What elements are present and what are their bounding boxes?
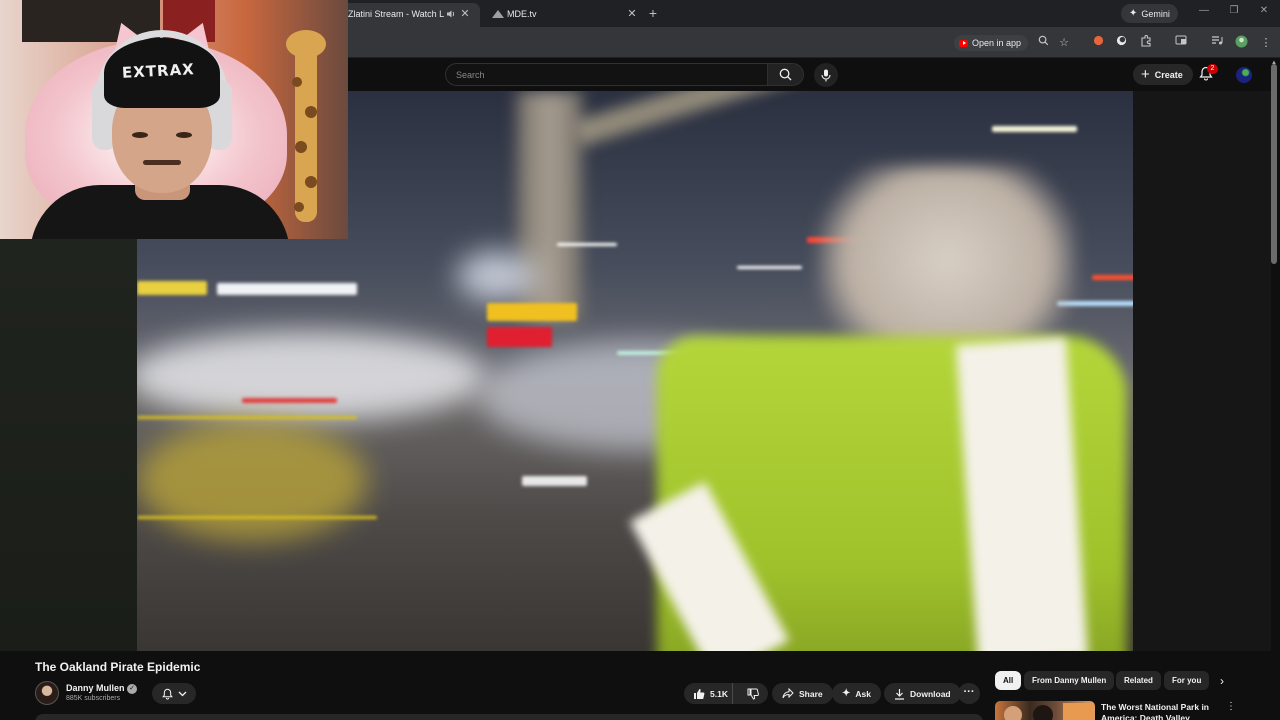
like-button[interactable]: 5.1K bbox=[684, 683, 734, 704]
zoom-icon[interactable] bbox=[1035, 35, 1051, 51]
account-avatar[interactable] bbox=[1236, 67, 1252, 83]
youtube-logo-icon bbox=[959, 39, 968, 47]
chip-all[interactable]: All bbox=[995, 671, 1022, 690]
video-blur-light bbox=[137, 331, 487, 421]
bell-icon bbox=[161, 688, 173, 700]
tab-title: MDE.tv bbox=[507, 8, 537, 19]
like-dislike-group: 5.1K bbox=[684, 683, 768, 704]
browser-menu-icon[interactable]: ⋮ bbox=[1258, 35, 1274, 51]
video-blur-yellow bbox=[137, 421, 367, 541]
notifications-count-badge: 2 bbox=[1207, 64, 1218, 74]
video-streak bbox=[737, 266, 802, 269]
player-side-left bbox=[0, 239, 137, 651]
tab-mde[interactable]: MDE.tv ✕ bbox=[492, 0, 642, 27]
search-box[interactable] bbox=[445, 63, 767, 86]
chevron-down-icon bbox=[178, 691, 186, 696]
video-streak bbox=[137, 281, 207, 295]
chevron-right-icon[interactable]: › bbox=[1214, 672, 1230, 690]
video-streak bbox=[487, 303, 577, 321]
chip-for-you[interactable]: For you bbox=[1164, 671, 1210, 690]
share-button[interactable]: Share bbox=[772, 683, 833, 704]
restore-icon[interactable]: ❐ bbox=[1224, 5, 1244, 16]
verified-check-icon: ✓ bbox=[127, 684, 137, 694]
extension-white-icon[interactable] bbox=[1113, 35, 1129, 51]
video-blur-sign bbox=[457, 251, 537, 301]
media-controls-icon[interactable] bbox=[1209, 35, 1225, 51]
video-streak bbox=[1092, 275, 1133, 280]
recommendation-thumbnail[interactable] bbox=[995, 701, 1095, 720]
ask-label: Ask bbox=[855, 688, 871, 699]
video-streak bbox=[242, 398, 337, 403]
webcam-giraffe-plush bbox=[286, 30, 326, 222]
video-streak bbox=[137, 516, 377, 519]
bookmark-star-icon[interactable]: ☆ bbox=[1056, 35, 1072, 51]
chip-related[interactable]: Related bbox=[1116, 671, 1161, 690]
microphone-icon bbox=[821, 69, 831, 81]
channel-name[interactable]: Danny Mullen bbox=[66, 683, 125, 693]
mde-favicon-icon bbox=[492, 9, 504, 19]
profile-avatar-icon[interactable] bbox=[1233, 35, 1249, 51]
description-box-edge[interactable] bbox=[35, 714, 983, 720]
share-label: Share bbox=[799, 688, 823, 699]
download-button[interactable]: Download bbox=[884, 683, 961, 704]
screen: Zlatini Stream - Watch Live ✕ MDE.tv ✕ +… bbox=[0, 0, 1280, 720]
close-tab-icon[interactable]: ✕ bbox=[458, 7, 472, 20]
open-in-app-button[interactable]: Open in app bbox=[954, 35, 1029, 51]
gemini-sparkle-icon: ✦ bbox=[1129, 8, 1138, 19]
video-streak bbox=[992, 126, 1077, 132]
search-icon bbox=[779, 68, 792, 81]
extensions-puzzle-icon[interactable] bbox=[1138, 34, 1154, 51]
webcam-eye bbox=[176, 132, 192, 138]
ask-button[interactable]: ✦ Ask bbox=[832, 683, 881, 704]
recommendation-menu-icon[interactable]: ⋮ bbox=[1225, 701, 1237, 712]
thumbs-up-icon bbox=[694, 688, 705, 699]
webcam-eye bbox=[132, 132, 148, 138]
like-count: 5.1K bbox=[710, 688, 728, 699]
video-streak bbox=[522, 476, 587, 486]
share-arrow-icon bbox=[782, 688, 794, 699]
tab-title: Zlatini Stream - Watch Live bbox=[348, 8, 444, 19]
video-streak bbox=[487, 327, 552, 347]
new-tab-button[interactable]: + bbox=[645, 5, 661, 21]
gemini-button[interactable]: ✦ Gemini bbox=[1121, 4, 1178, 23]
recommendation-thumbnail-art bbox=[1004, 703, 1093, 720]
video-streak bbox=[557, 243, 617, 246]
voice-search-button[interactable] bbox=[814, 63, 838, 87]
channel-avatar[interactable] bbox=[35, 681, 59, 705]
video-streak bbox=[137, 416, 357, 419]
plus-icon: + bbox=[1141, 65, 1150, 83]
search-button[interactable] bbox=[767, 63, 804, 86]
sparkle-icon: ✦ bbox=[842, 688, 851, 699]
window-close-icon[interactable]: ✕ bbox=[1254, 5, 1274, 16]
subscription-notifications-button[interactable] bbox=[152, 683, 196, 704]
create-label: Create bbox=[1154, 69, 1183, 80]
close-tab-icon[interactable]: ✕ bbox=[625, 7, 639, 20]
download-label: Download bbox=[910, 688, 951, 699]
gemini-label: Gemini bbox=[1141, 8, 1170, 19]
video-title: The Oakland Pirate Epidemic bbox=[35, 660, 201, 674]
extension-orange-icon[interactable] bbox=[1090, 35, 1106, 51]
thumbs-down-icon bbox=[747, 688, 759, 700]
recommendation-title[interactable]: The Worst National Park in America: Deat… bbox=[1101, 702, 1211, 720]
open-in-app-label: Open in app bbox=[972, 38, 1022, 48]
chip-from-channel[interactable]: From Danny Mullen bbox=[1024, 671, 1115, 690]
split-view-icon[interactable] bbox=[1173, 35, 1189, 51]
page-scrollbar-thumb[interactable] bbox=[1271, 64, 1277, 264]
create-button[interactable]: + Create bbox=[1133, 64, 1193, 85]
video-vest-reflective-stripe bbox=[955, 337, 1089, 651]
minimize-icon[interactable]: — bbox=[1194, 5, 1214, 16]
player-side-right bbox=[1133, 91, 1271, 651]
dislike-button[interactable] bbox=[738, 688, 768, 700]
video-streak bbox=[217, 283, 357, 295]
download-icon bbox=[895, 688, 904, 700]
webcam-overlay: EXTRAX bbox=[0, 0, 348, 239]
speaker-icon[interactable] bbox=[444, 9, 458, 19]
webcam-beanie-text: EXTRAX bbox=[121, 60, 196, 82]
search-input[interactable] bbox=[446, 64, 767, 85]
tab-zlatini-stream[interactable]: Zlatini Stream - Watch Live ✕ bbox=[348, 0, 480, 27]
more-actions-icon[interactable]: ··· bbox=[958, 683, 980, 704]
subscriber-count: 885K subscribers bbox=[66, 695, 121, 702]
webcam-mustache bbox=[143, 160, 181, 165]
